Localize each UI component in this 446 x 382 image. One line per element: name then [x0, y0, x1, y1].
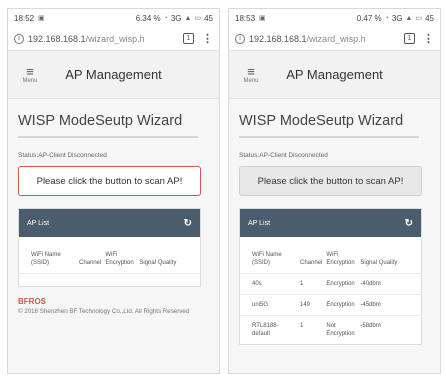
- status-bar: 18:52 ▣ 6.34 % ◔ 3G ▲ ▭ 45: [8, 9, 219, 27]
- ap-table: WiFi Name (SSID) Channel WiFi Encryption…: [19, 237, 200, 286]
- table-row[interactable]: RTL8188-default 1 Not Encryption -58dbm: [240, 315, 421, 344]
- menu-button[interactable]: ≡ Menu: [18, 63, 42, 84]
- column-header-signal: Signal Quality: [360, 260, 398, 266]
- app-header: ≡ Menu AP Management: [229, 51, 440, 99]
- menu-label: Menu: [22, 77, 38, 84]
- url-path: /wizard_wisp.h: [85, 33, 145, 44]
- table-row[interactable]: 40s 1 Encryption -40dbm: [240, 273, 421, 295]
- url-host: 192.168.168.1: [249, 33, 307, 44]
- url-path: /wizard_wisp.h: [306, 33, 366, 44]
- cell-channel: 1: [298, 315, 325, 344]
- ap-list-title: AP List: [248, 219, 271, 227]
- info-icon[interactable]: i: [235, 33, 245, 44]
- cell-ssid: uni5G: [240, 294, 298, 316]
- refresh-icon[interactable]: ↻: [184, 218, 192, 229]
- tabs-count-button[interactable]: 1: [183, 33, 194, 44]
- cell-encryption: Encryption: [324, 273, 359, 295]
- column-header-channel: Channel: [79, 260, 102, 266]
- notification-icon: ▣: [259, 15, 266, 22]
- signal-label: 3G: [391, 13, 403, 23]
- menu-label: Menu: [243, 77, 259, 84]
- info-icon[interactable]: i: [14, 33, 24, 44]
- table-row[interactable]: uni5G 149 Encryption -45dbm: [240, 294, 421, 316]
- column-header-channel: Channel: [300, 260, 323, 266]
- footer-brand: BFROS: [18, 297, 46, 306]
- refresh-icon[interactable]: ↻: [405, 218, 413, 229]
- ap-list-header: AP List ↻: [19, 209, 200, 237]
- url-host: 192.168.168.1: [28, 33, 86, 44]
- url-text[interactable]: 192.168.168.1/wizard_wisp.h: [249, 34, 398, 44]
- menu-button[interactable]: ≡ Menu: [239, 63, 263, 84]
- column-header-ssid: WiFi Name (SSID): [252, 252, 282, 266]
- footer-copyright: © 2016 Shenzhen BF Technology Co.,Ltd. A…: [18, 308, 190, 315]
- column-header-encryption: WiFi Encryption: [326, 252, 355, 266]
- phone-screen-right: 18:53 ▣ 0.47 % ◔ 3G ▲ ▭ 45 i 192.168.168…: [228, 8, 441, 374]
- cell-signal: -58dbm: [358, 315, 421, 344]
- wizard-title: WISP ModeSeutp Wizard: [18, 113, 198, 138]
- status-text: Status:AP-Client Disconnected: [18, 152, 107, 159]
- signal-label: 3G: [170, 13, 182, 23]
- ap-table: WiFi Name (SSID) Channel WiFi Encryption…: [240, 237, 421, 344]
- wizard-title: WISP ModeSeutp Wizard: [239, 113, 419, 138]
- hamburger-icon: ≡: [247, 63, 255, 79]
- notification-icon: ▣: [38, 15, 45, 22]
- footer: BFROS © 2016 Shenzhen BF Technology Co.,…: [8, 287, 219, 316]
- signal-icon: ▲: [184, 14, 192, 22]
- status-bar: 18:53 ▣ 0.47 % ◔ 3G ▲ ▭ 45: [229, 9, 440, 27]
- main-content: WISP ModeSeutp Wizard Status:AP-Client D…: [229, 99, 440, 345]
- battery-level: 45: [204, 13, 213, 23]
- page-title: AP Management: [65, 67, 162, 82]
- phone-screen-left: 18:52 ▣ 6.34 % ◔ 3G ▲ ▭ 45 i 192.168.168…: [7, 8, 220, 374]
- cell-signal: -40dbm: [358, 273, 421, 295]
- scan-ap-button[interactable]: Please click the button to scan AP!: [18, 166, 201, 196]
- hamburger-icon: ≡: [26, 63, 34, 79]
- main-content: WISP ModeSeutp Wizard Status:AP-Client D…: [8, 99, 219, 287]
- column-header-ssid: WiFi Name (SSID): [31, 252, 61, 266]
- cell-encryption: Encryption: [324, 294, 359, 316]
- column-header-signal: Signal Quality: [139, 260, 177, 266]
- ap-list-panel: AP List ↻ WiFi Name (SSID) Channel WiFi …: [239, 208, 422, 345]
- cell-channel: 1: [298, 273, 325, 295]
- wifi-icon: ◔: [384, 14, 389, 22]
- column-header-encryption: WiFi Encryption: [105, 252, 134, 266]
- battery-level: 45: [425, 13, 434, 23]
- cell-ssid: 40s: [240, 273, 298, 295]
- data-rate: 6.34 %: [135, 13, 161, 23]
- url-text[interactable]: 192.168.168.1/wizard_wisp.h: [28, 34, 177, 44]
- page-title: AP Management: [286, 67, 383, 82]
- cell-encryption: Not Encryption: [324, 315, 359, 344]
- browser-url-bar[interactable]: i 192.168.168.1/wizard_wisp.h 1 ⋮: [229, 27, 440, 51]
- more-options-icon[interactable]: ⋮: [202, 32, 213, 45]
- more-options-icon[interactable]: ⋮: [423, 32, 434, 45]
- signal-icon: ▲: [405, 14, 413, 22]
- ap-list-header: AP List ↻: [240, 209, 421, 237]
- status-text: Status:AP-Client Disconnected: [239, 152, 328, 159]
- battery-icon: ▭: [415, 15, 423, 22]
- battery-icon: ▭: [194, 15, 202, 22]
- status-time: 18:53: [235, 13, 256, 23]
- cell-ssid: RTL8188-default: [240, 315, 298, 344]
- wifi-icon: ◔: [163, 14, 168, 22]
- status-time: 18:52: [14, 13, 35, 23]
- ap-list-title: AP List: [27, 219, 50, 227]
- cell-signal: -45dbm: [358, 294, 421, 316]
- cell-channel: 149: [298, 294, 325, 316]
- app-header: ≡ Menu AP Management: [8, 51, 219, 99]
- empty-row: [19, 273, 200, 286]
- ap-list-panel: AP List ↻ WiFi Name (SSID) Channel WiFi …: [18, 208, 201, 287]
- tabs-count-button[interactable]: 1: [404, 33, 415, 44]
- browser-url-bar[interactable]: i 192.168.168.1/wizard_wisp.h 1 ⋮: [8, 27, 219, 51]
- data-rate: 0.47 %: [356, 13, 382, 23]
- scan-ap-button[interactable]: Please click the button to scan AP!: [239, 166, 422, 196]
